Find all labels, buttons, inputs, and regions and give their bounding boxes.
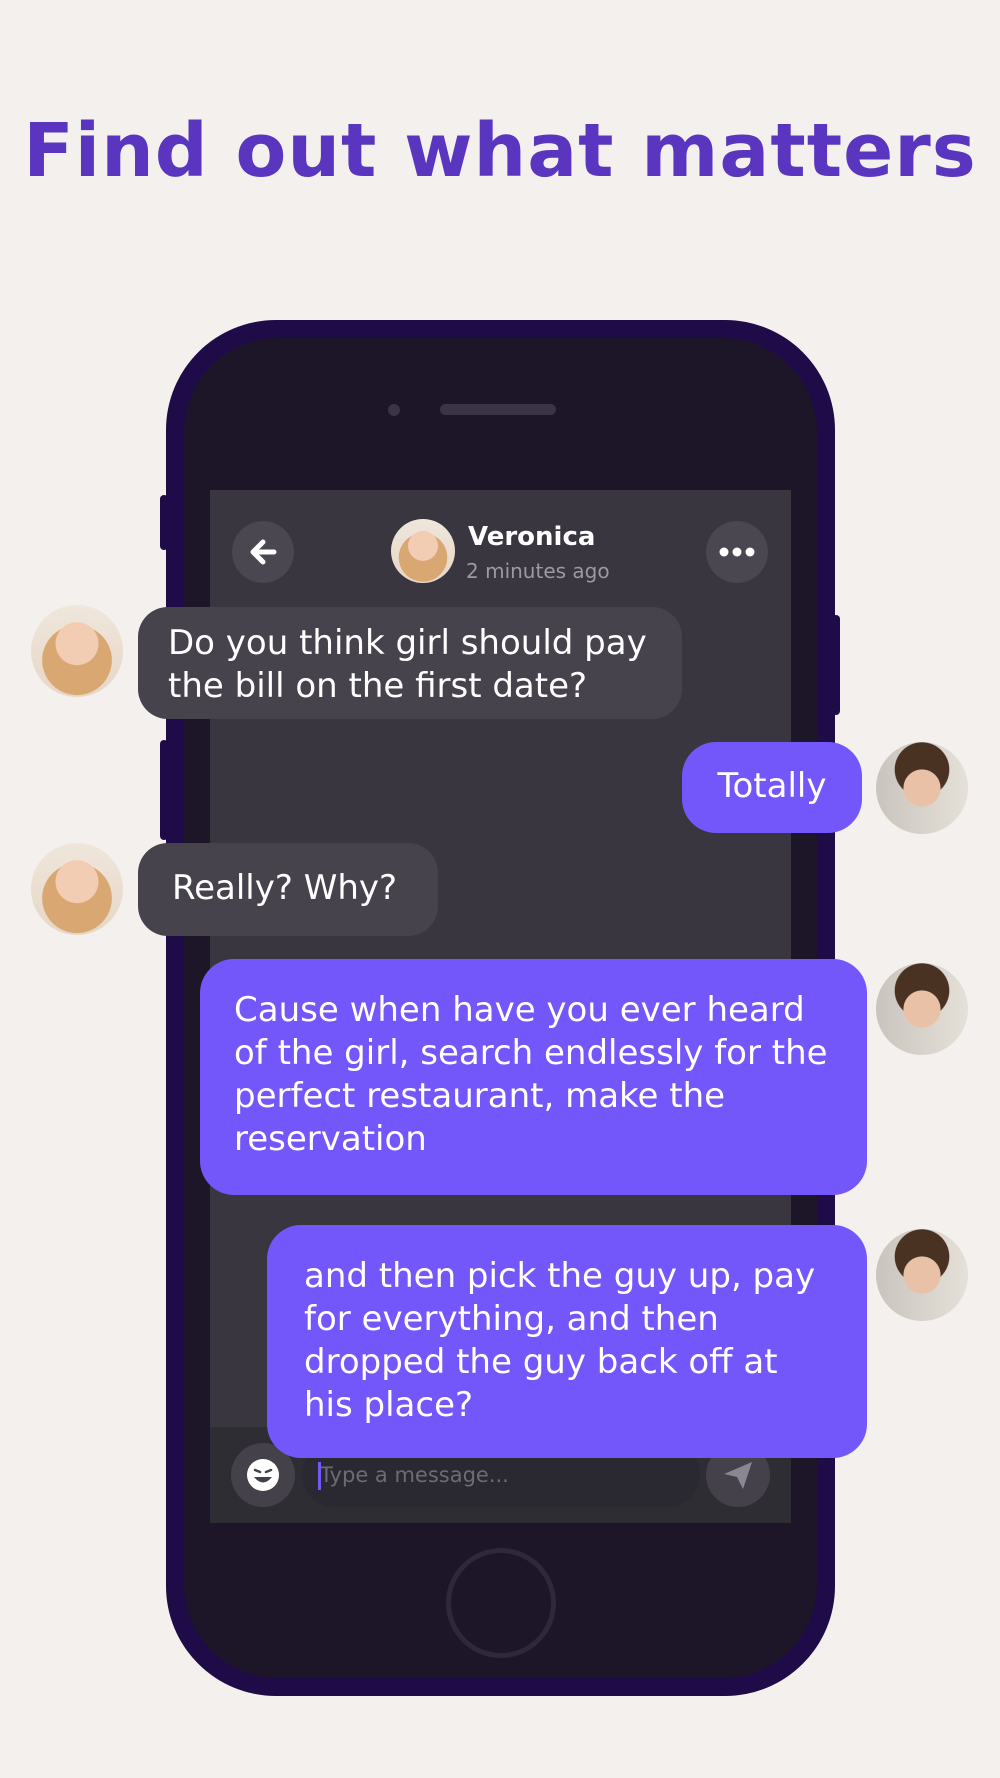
text-caret (318, 1462, 321, 1490)
phone-volume-button (160, 740, 168, 840)
message-text: Cause when have you ever heard of the gi… (234, 990, 828, 1159)
message-text: and then pick the guy up, pay for everyt… (304, 1256, 816, 1425)
my-avatar (876, 963, 968, 1055)
home-button (446, 1548, 556, 1658)
message-bubble-outgoing[interactable]: and then pick the guy up, pay for everyt… (267, 1225, 867, 1458)
send-icon (724, 1462, 752, 1489)
message-bubble-outgoing[interactable]: Totally (682, 742, 862, 833)
contact-name: Veronica (468, 522, 596, 552)
earpiece-speaker (440, 404, 556, 415)
headline: Find out what matters (23, 108, 977, 194)
phone-side-button (160, 495, 168, 550)
more-horizontal-icon (719, 547, 755, 557)
message-bubble-incoming[interactable]: Really? Why? (138, 843, 438, 936)
my-avatar (876, 1229, 968, 1321)
message-bubble-incoming[interactable]: Do you think girl should pay the bill on… (138, 607, 682, 719)
more-options-button[interactable] (706, 521, 768, 583)
sender-avatar (31, 605, 123, 697)
message-text: Really? Why? (172, 868, 398, 908)
sender-avatar (31, 843, 123, 935)
arrow-left-icon (250, 539, 277, 565)
last-seen: 2 minutes ago (466, 559, 610, 583)
contact-avatar[interactable] (391, 519, 455, 583)
message-text: Do you think girl should pay the bill on… (168, 623, 647, 706)
message-bubble-outgoing[interactable]: Cause when have you ever heard of the gi… (200, 959, 867, 1195)
smiley-icon (247, 1459, 279, 1491)
phone-power-button (832, 615, 840, 715)
front-camera (388, 404, 400, 416)
my-avatar (876, 742, 968, 834)
message-text: Totally (717, 766, 827, 806)
back-button[interactable] (232, 521, 294, 583)
